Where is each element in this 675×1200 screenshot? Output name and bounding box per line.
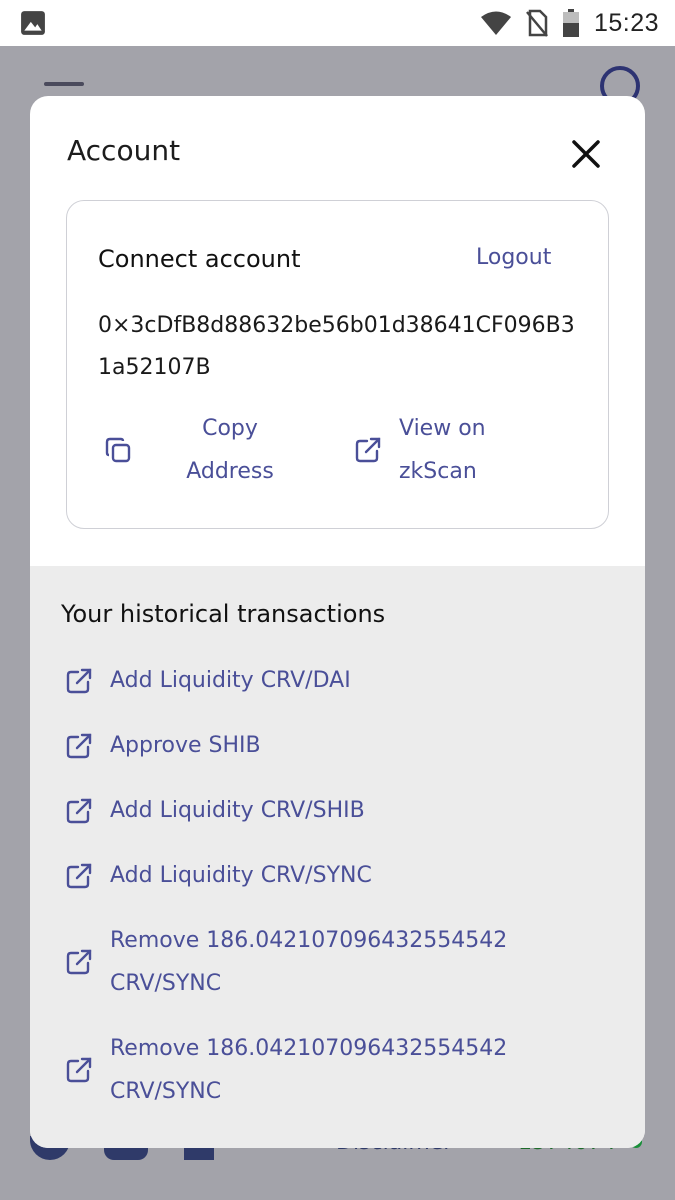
copy-icon: [105, 437, 131, 463]
logout-button[interactable]: Logout: [476, 245, 551, 270]
transaction-item[interactable]: Remove 186.042107096432554542 CRV/SYNC: [64, 908, 624, 1016]
transaction-label-line1: Approve SHIB: [110, 733, 261, 758]
transaction-label-line1: Add Liquidity CRV/DAI: [110, 668, 351, 693]
transaction-label: Add Liquidity CRV/SYNC: [110, 854, 372, 897]
status-bar: 15:23: [0, 0, 675, 46]
transaction-label: Remove 186.042107096432554542 CRV/SYNC: [110, 1027, 507, 1113]
transaction-list: Add Liquidity CRV/DAI Approve SHIB Add Liq…: [64, 648, 624, 1124]
connect-account-label: Connect account: [98, 245, 301, 273]
external-link-icon: [64, 796, 94, 826]
view-label-line2: zkScan: [399, 459, 477, 484]
transaction-item[interactable]: Add Liquidity CRV/SYNC: [64, 843, 624, 908]
external-link-icon: [355, 437, 381, 463]
modal-title: Account: [67, 134, 181, 167]
transaction-item[interactable]: Add Liquidity CRV/DAI: [64, 648, 624, 713]
image-icon: [21, 11, 45, 35]
view-on-zkscan-button[interactable]: View on zkScan: [353, 407, 509, 493]
transaction-label-line1: Add Liquidity CRV/SYNC: [110, 863, 372, 888]
status-time: 15:23: [593, 8, 659, 37]
external-link-icon: [64, 666, 94, 696]
account-address: 0×3cDfB8d88632be56b01d38641CF096B31a5210…: [98, 313, 575, 380]
view-on-zkscan-label: View on zkScan: [399, 407, 509, 493]
transaction-history: Your historical transactions Add Liquidi…: [30, 566, 645, 1148]
external-link-icon: [64, 1055, 94, 1085]
copy-label-line2: Address: [186, 459, 274, 484]
transaction-label-line1: Add Liquidity CRV/SHIB: [110, 798, 365, 823]
battery-icon: [562, 9, 579, 37]
close-icon: [572, 140, 600, 168]
transaction-label: Remove 186.042107096432554542 CRV/SYNC: [110, 919, 507, 1005]
transaction-label: Approve SHIB: [110, 724, 261, 767]
transaction-item[interactable]: Add Liquidity CRV/SHIB: [64, 778, 624, 843]
wifi-icon: [480, 11, 511, 35]
transaction-item[interactable]: Remove 186.042107096432554542 CRV/SYNC: [64, 1016, 624, 1124]
close-button[interactable]: [568, 136, 604, 172]
account-card: Connect account Logout 0×3cDfB8d88632be5…: [66, 200, 609, 529]
external-link-icon: [64, 731, 94, 761]
transaction-label-line2: CRV/SYNC: [110, 971, 222, 996]
copy-address-button[interactable]: Copy Address: [103, 407, 289, 493]
transaction-label-line2: CRV/SYNC: [110, 1079, 222, 1104]
copy-label-line1: Copy: [202, 416, 258, 441]
transaction-item[interactable]: Approve SHIB: [64, 713, 624, 778]
external-link-icon: [64, 947, 94, 977]
external-link-icon: [64, 861, 94, 891]
copy-address-label: Copy Address: [171, 407, 289, 493]
transaction-label-line1: Remove 186.042107096432554542: [110, 928, 508, 953]
no-sim-icon: [525, 9, 548, 37]
transaction-label: Add Liquidity CRV/SHIB: [110, 789, 365, 832]
transaction-label-line1: Remove 186.042107096432554542: [110, 1036, 508, 1061]
transaction-label: Add Liquidity CRV/DAI: [110, 659, 351, 702]
menu-icon: [44, 82, 84, 86]
history-title: Your historical transactions: [61, 600, 386, 628]
account-modal: Account Connect account Logout 0×3cDfB8d…: [30, 96, 645, 1148]
view-label-line1: View on: [399, 416, 486, 441]
